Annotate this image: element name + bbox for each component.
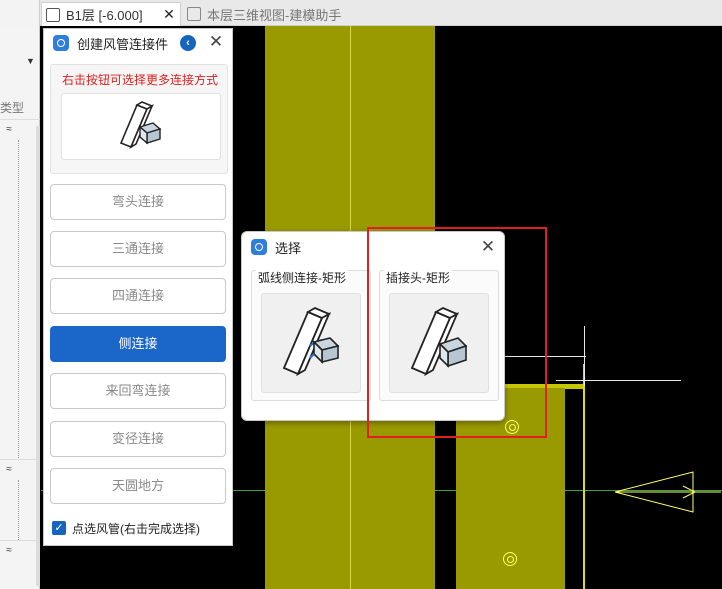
- tab-title: 本层三维视图-建模助手: [207, 7, 342, 23]
- left-strip: [0, 0, 40, 26]
- tab-close-icon[interactable]: ✕: [162, 6, 176, 23]
- tab-3d-view[interactable]: 本层三维视图-建模助手: [183, 2, 383, 26]
- flow-arrow-symbol: [614, 471, 721, 513]
- duct-outline: [556, 380, 681, 381]
- row-divider: [0, 119, 40, 120]
- cross-connection-button[interactable]: 四通连接: [50, 278, 226, 314]
- reducer-connection-button[interactable]: 变径连接: [50, 421, 226, 457]
- pick-duct-checkbox[interactable]: ✓: [52, 521, 66, 535]
- duct-outline: [584, 326, 585, 386]
- row-divider: [0, 459, 40, 460]
- offset-connection-button[interactable]: 来回弯连接: [50, 373, 226, 409]
- tee-connection-button[interactable]: 三通连接: [50, 231, 226, 267]
- tab-b1-floor[interactable]: B1层 [-6.000] ✕: [41, 2, 181, 26]
- row-divider: [0, 540, 40, 541]
- app-logo-icon: [53, 35, 69, 51]
- type-label: 类型: [0, 101, 25, 115]
- card-label: 弧线侧连接-矩形: [256, 269, 348, 286]
- panel-header: 创建风管连接件: [44, 29, 232, 57]
- create-duct-fitting-panel: 创建风管连接件 ‹ ✕ 右击按钮可选择更多连接方式 弯头连接 三通连接 四通连接…: [43, 28, 233, 546]
- duct-edge: [583, 364, 585, 589]
- document-tab-bar: B1层 [-6.000] ✕ 本层三维视图-建模助手: [0, 0, 722, 26]
- back-button[interactable]: ‹: [180, 35, 196, 51]
- option-card-arc-side[interactable]: 弧线侧连接-矩形: [251, 269, 371, 401]
- 3d-box-icon: [187, 7, 201, 21]
- scrollbar[interactable]: [36, 126, 40, 586]
- fitting-symbol: [503, 552, 517, 566]
- collapse-icon[interactable]: ≈: [2, 544, 16, 558]
- collapse-icon[interactable]: ≈: [2, 123, 16, 137]
- elbow-connection-button[interactable]: 弯头连接: [50, 184, 226, 220]
- tree-guide: [18, 480, 38, 540]
- tab-title: B1层 [-6.000]: [66, 8, 143, 23]
- side-connection-button[interactable]: 侧连接: [50, 326, 226, 362]
- close-icon[interactable]: ✕: [208, 33, 224, 51]
- hint-text: 右击按钮可选择更多连接方式: [61, 73, 218, 87]
- arc-side-connection-preview[interactable]: [261, 293, 361, 393]
- floorplan-icon: [46, 7, 60, 22]
- highlight-annotation: [367, 227, 547, 438]
- hint-box: 右击按钮可选择更多连接方式: [50, 64, 228, 174]
- pick-duct-option[interactable]: ✓ 点选风管(右击完成选择): [52, 519, 200, 537]
- side-connection-preview: [61, 93, 221, 160]
- square-to-round-button[interactable]: 天圆地方: [50, 468, 226, 504]
- chevron-down-icon[interactable]: ▼: [26, 56, 35, 66]
- left-property-panel: ▼ 类型 ≈ ≈ ≈: [0, 26, 40, 589]
- side-connection-icon: [119, 101, 162, 149]
- panel-title: 创建风管连接件: [77, 36, 169, 52]
- collapse-icon[interactable]: ≈: [2, 463, 16, 477]
- tree-guide: [18, 140, 38, 460]
- app-logo-icon: [251, 239, 267, 255]
- pick-duct-label: 点选风管(右击完成选择): [72, 521, 200, 536]
- dialog-title: 选择: [275, 240, 302, 256]
- arc-side-connection-icon: [282, 306, 340, 377]
